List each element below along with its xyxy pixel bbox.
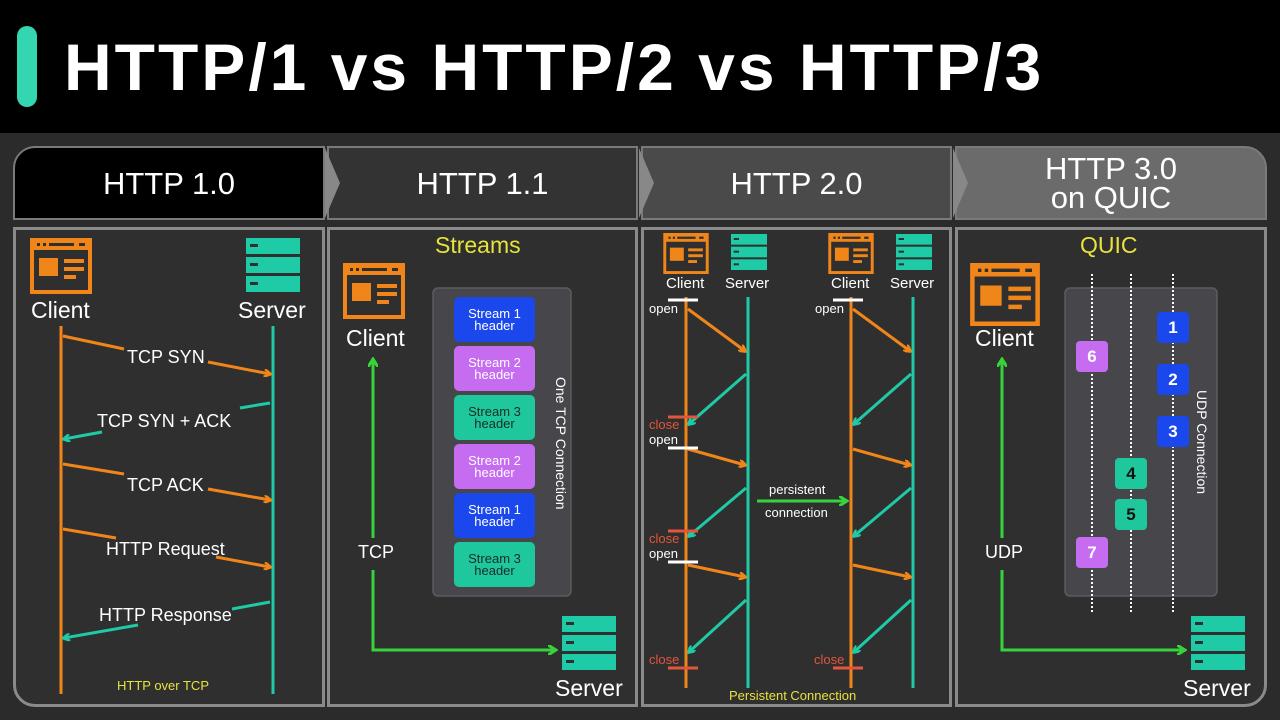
packet-block: 4 <box>1115 458 1147 489</box>
server-label: Server <box>890 275 935 292</box>
stream-sub: header <box>474 415 515 431</box>
stream-block: Stream 3 header <box>454 395 535 440</box>
server-label: Server <box>725 275 770 292</box>
request-arrow <box>687 447 745 465</box>
caption: Persistent Connection <box>729 688 857 703</box>
connection-label: UDP Connection <box>1194 390 1210 495</box>
response-arrow <box>854 598 913 652</box>
stream-sub: header <box>474 317 515 333</box>
response-arrow <box>854 372 912 424</box>
close-label: close <box>814 652 845 667</box>
connection-label: One TCP Connection <box>553 377 569 510</box>
message-label: HTTP Response <box>99 605 232 625</box>
stream-sub: header <box>474 366 515 382</box>
stream-block: Stream 2 header <box>454 444 535 489</box>
client-label: Client <box>831 275 870 292</box>
stream-block: Stream 3 header <box>454 542 535 587</box>
server-icon <box>246 238 300 292</box>
response-arrow <box>689 486 747 536</box>
open-label: open <box>815 301 844 316</box>
packet-block: 1 <box>1157 312 1189 343</box>
tcp-ack-arrow <box>62 462 125 476</box>
tcp-syn-ack-arrow <box>239 401 271 410</box>
server-icon <box>1191 616 1245 670</box>
stream-block: Stream 1 header <box>454 297 535 342</box>
server-label: Server <box>555 675 623 701</box>
quic-heading: QUIC <box>1080 232 1138 258</box>
client-icon <box>828 233 874 274</box>
open-label: open <box>649 546 678 561</box>
response-arrow <box>854 486 912 536</box>
client-label: Client <box>31 297 90 323</box>
streams-heading: Streams <box>435 232 521 258</box>
client-icon <box>30 238 92 294</box>
client-icon <box>343 263 405 319</box>
server-icon <box>562 616 616 670</box>
message-label: TCP ACK <box>127 475 204 495</box>
packet-block: 3 <box>1157 416 1189 447</box>
tcp-label: TCP <box>358 542 394 562</box>
request-arrow <box>687 563 745 577</box>
server-label: Server <box>1183 675 1251 701</box>
client-label: Client <box>666 275 705 292</box>
packet-block: 2 <box>1157 364 1189 395</box>
message-label: HTTP Request <box>106 539 225 559</box>
client-label: Client <box>975 325 1034 351</box>
stream-sub: header <box>474 562 515 578</box>
packet-block: 5 <box>1115 499 1147 530</box>
server-icon <box>731 234 767 270</box>
close-label: close <box>649 652 680 667</box>
client-icon <box>972 265 1037 324</box>
client-icon <box>663 233 709 274</box>
server-label: Server <box>238 297 306 323</box>
http-request-arrow <box>62 527 117 540</box>
http-response-arrow <box>231 600 271 611</box>
request-arrow <box>687 307 745 351</box>
open-label: open <box>649 301 678 316</box>
packet-block: 6 <box>1076 341 1108 372</box>
stream-sub: header <box>474 513 515 529</box>
caption: HTTP over TCP <box>117 678 209 693</box>
stream-block: Stream 1 header <box>454 493 535 538</box>
stream-block: Stream 2 header <box>454 346 535 391</box>
client-label: Client <box>346 325 405 351</box>
server-icon <box>896 234 932 270</box>
request-arrow <box>852 563 910 577</box>
udp-label: UDP <box>985 542 1024 562</box>
request-arrow <box>852 447 910 465</box>
tcp-syn-arrow <box>62 334 125 351</box>
packet-block: 7 <box>1076 537 1108 568</box>
message-label: TCP SYN + ACK <box>97 411 232 431</box>
stream-sub: header <box>474 464 515 480</box>
open-label: open <box>649 432 678 447</box>
persistent-label: persistent <box>769 482 826 497</box>
request-arrow <box>852 307 910 351</box>
message-label: TCP SYN <box>127 347 205 367</box>
close-label: close <box>649 417 680 432</box>
response-arrow <box>689 598 748 652</box>
close-label: close <box>649 531 680 546</box>
connection-label: connection <box>765 505 828 520</box>
